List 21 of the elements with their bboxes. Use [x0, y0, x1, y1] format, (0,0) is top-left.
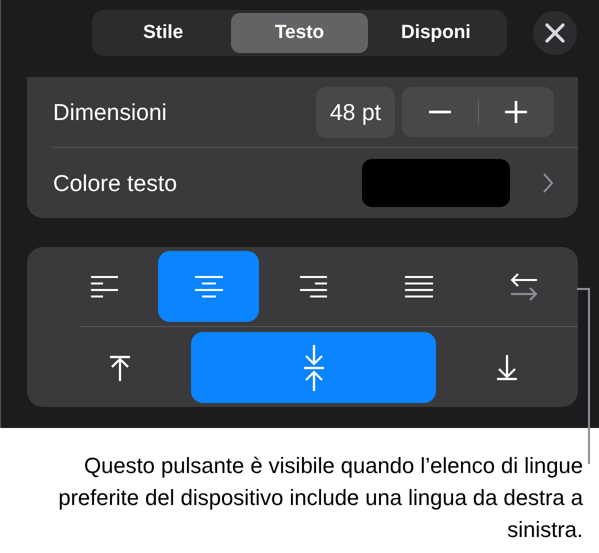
tab[interactable]: Testo	[231, 13, 368, 53]
minus-icon	[428, 110, 451, 114]
swap-arrows-icon	[510, 272, 538, 300]
justify-icon	[404, 274, 432, 298]
row-label: Dimensioni	[53, 98, 168, 126]
align-bottom-icon	[496, 354, 518, 380]
align-left-icon	[90, 274, 118, 298]
tab[interactable]: Stile	[95, 13, 232, 53]
row-label: Colore testo	[53, 170, 178, 196]
chevron-icon[interactable]	[542, 172, 554, 194]
size-value[interactable]: 48 pt	[316, 86, 395, 138]
color-swatch[interactable]	[362, 159, 510, 207]
callout-text: Questo pulsante è visibile quando l’elenco di lingue preferite del dispositivo include una lingua da destra a sinistra.	[57, 452, 583, 544]
plus-icon	[505, 101, 528, 123]
close-icon	[545, 23, 565, 43]
align-middle-icon	[302, 344, 324, 390]
align-center-icon	[194, 274, 222, 298]
close-button[interactable]	[533, 11, 577, 55]
align-top-icon	[109, 354, 132, 380]
align-right-icon	[300, 274, 328, 298]
tab[interactable]: Disponi	[368, 13, 504, 53]
